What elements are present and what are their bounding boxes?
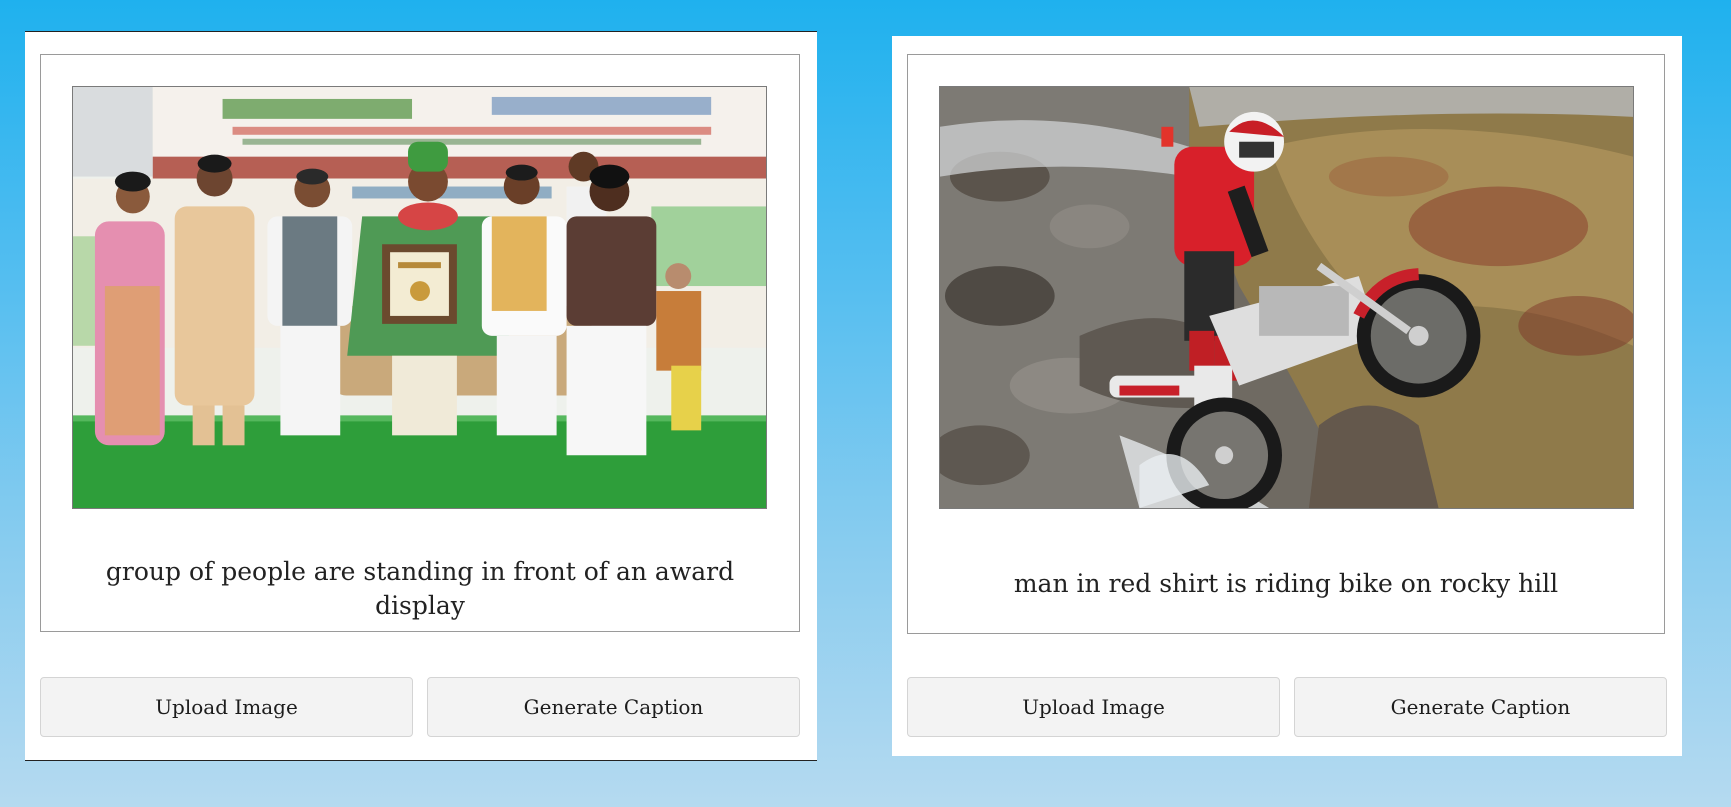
award-ceremony-photo bbox=[73, 87, 766, 508]
uploaded-image-motorbike bbox=[939, 86, 1634, 509]
generated-caption: man in red shirt is riding bike on rocky… bbox=[1013, 569, 1559, 598]
upload-image-button[interactable]: Upload Image bbox=[907, 677, 1280, 737]
caption-card-2: man in red shirt is riding bike on rocky… bbox=[892, 36, 1682, 756]
motorbike-photo bbox=[940, 87, 1633, 508]
caption-result-box: man in red shirt is riding bike on rocky… bbox=[907, 54, 1665, 634]
caption-result-box: group of people are standing in front of… bbox=[40, 54, 800, 632]
generate-caption-button[interactable]: Generate Caption bbox=[1294, 677, 1667, 737]
caption-card-1: group of people are standing in front of… bbox=[25, 31, 817, 761]
uploaded-image-award-ceremony bbox=[72, 86, 767, 509]
upload-image-button[interactable]: Upload Image bbox=[40, 677, 413, 737]
generated-caption: group of people are standing in front of… bbox=[105, 557, 735, 620]
generate-caption-button[interactable]: Generate Caption bbox=[427, 677, 800, 737]
